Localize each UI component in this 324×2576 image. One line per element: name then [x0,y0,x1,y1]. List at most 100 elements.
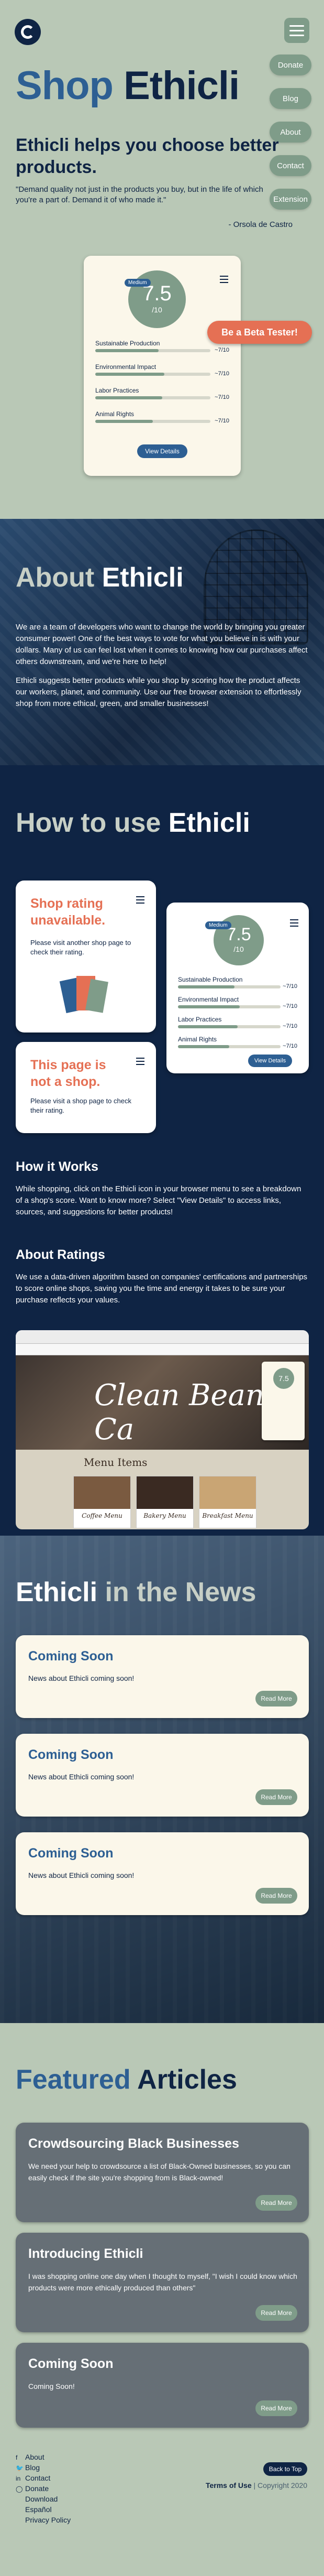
news-card-desc: News about Ethicli coming soon! [28,1773,135,1781]
shopping-bags-icon [59,976,108,1014]
card-menu-icon[interactable] [290,919,298,929]
read-more-button[interactable]: Read More [255,1691,297,1707]
metric-label: Animal Rights [178,1036,217,1043]
article-desc: I was shopping online one day when I tho… [28,2272,297,2292]
metric-label: Labor Practices [178,1016,222,1023]
footer-link-contact[interactable]: in Contact [16,2474,50,2482]
terms-link[interactable]: Terms of Use [206,2481,252,2490]
quote-author: - Orsola de Castro [228,220,293,229]
article-card: Crowdsourcing Black Businesses We need yo… [16,2123,309,2222]
about-section: About Ethicli We are a team of developer… [0,519,324,765]
hero-title: Shop Ethicli [16,63,240,108]
news-card-desc: News about Ethicli coming soon! [28,1674,135,1682]
how-it-works-text: While shopping, click on the Ethicli ico… [16,1184,301,1216]
howto-title-a: How to use [16,808,161,838]
footer-link-label[interactable]: Donate [25,2484,49,2493]
howto-title-b: Ethicli [168,808,250,838]
news-card: Coming Soon News about Ethicli coming soo… [16,1734,309,1817]
hero-quote: "Demand quality not just in the products… [16,185,263,204]
metric-row: Labor Practices ~7/10 [95,387,229,400]
menu-item-card: Breakfast Menu [199,1476,256,1528]
footer-link-label[interactable]: Español [25,2505,52,2514]
news-title: Ethicli in the News [16,1577,256,1608]
metric-row: Environmental Impact ~7/10 [95,363,229,377]
copyright-text: | Copyright 2020 [253,2481,307,2490]
unavailable-desc: Please visit another shop page to check … [30,939,131,956]
metric-label: Environmental Impact [95,363,157,371]
article-title: Coming Soon [28,2356,114,2371]
howto-title: How to use Ethicli [16,807,250,839]
hamburger-menu-icon[interactable] [284,18,309,43]
footer-link-blog[interactable]: 🐦 Blog [16,2463,40,2472]
read-more-button[interactable]: Read More [255,2305,297,2321]
footer-link-download[interactable]: Download [16,2495,58,2503]
rating-badge: Medium [125,279,151,287]
metric-value: ~7/10 [283,1023,297,1029]
read-more-button[interactable]: Read More [255,2400,297,2416]
news-card-title: Coming Soon [28,1649,114,1664]
ethicli-logo[interactable] [15,19,41,45]
article-desc: We need your help to crowdsource a list … [28,2162,291,2182]
facebook-icon[interactable]: f [16,2454,25,2461]
metric-value: ~7/10 [283,1003,297,1009]
not-shop-title: This page is not a shop. [30,1058,106,1089]
not-shop-card: This page is not a shop. Please visit a … [16,1042,156,1133]
nav-blog[interactable]: Blog [270,88,311,109]
score-denominator: /10 [233,945,244,953]
rating-card-preview: 7.5 /10 Medium Sustainable Production ~7/… [84,256,241,476]
article-title: Crowdsourcing Black Businesses [28,2136,239,2151]
metric-label: Sustainable Production [178,976,243,983]
news-title-b: in the News [105,1577,256,1607]
nav-donate[interactable]: Donate [270,55,311,75]
footer-link-label[interactable]: Download [25,2495,58,2503]
view-details-button[interactable]: View Details [137,444,187,458]
back-to-top-button[interactable]: Back to Top [263,2462,307,2476]
article-card: Coming Soon Coming Soon! Read More [16,2343,309,2428]
footer-link-label[interactable]: Blog [25,2463,40,2472]
about-title-b: Ethicli [102,562,184,593]
linkedin-icon[interactable]: in [16,2475,25,2482]
menu-item-name: Coffee Menu [82,1512,122,1519]
footer-link-privacy[interactable]: Privacy Policy [16,2516,71,2524]
footer-link-espanol[interactable]: Español [16,2505,52,2514]
metric-row: Environmental Impact ~7/10 [178,996,297,1009]
instagram-icon[interactable]: ◯ [16,2485,25,2493]
card-menu-icon[interactable] [136,896,144,906]
news-card-title: Coming Soon [28,1747,114,1762]
footer-link-label[interactable]: About [25,2453,44,2461]
metric-value: ~7/10 [215,394,229,400]
metric-row: Sustainable Production ~7/10 [95,340,229,353]
card-menu-icon[interactable] [136,1058,144,1067]
about-paragraph-2: Ethicli suggests better products while y… [16,676,301,708]
unavailable-card: Shop rating unavailable. Please visit an… [16,881,156,1032]
read-more-button[interactable]: Read More [255,1789,297,1805]
news-title-a: Ethicli [16,1577,98,1607]
footer-link-label[interactable]: Contact [25,2474,50,2482]
about-title: About Ethicli [16,562,184,593]
menu-item-card: Coffee Menu [73,1476,131,1528]
extension-popup: 7.5 [262,1362,305,1440]
article-title: Introducing Ethicli [28,2246,143,2261]
about-paragraph-1: We are a team of developers who want to … [16,623,308,666]
hero-subtitle: Ethicli helps you choose better products… [16,135,279,177]
news-card-desc: News about Ethicli coming soon! [28,1871,135,1879]
view-details-button[interactable]: View Details [248,1055,292,1067]
nav-extension[interactable]: Extension [270,189,311,210]
footer-link-label[interactable]: Privacy Policy [25,2516,71,2524]
article-card: Introducing Ethicli I was shopping online… [16,2233,309,2332]
metric-label: Labor Practices [95,387,139,394]
read-more-button[interactable]: Read More [255,1888,297,1904]
footer-link-donate[interactable]: ◯ Donate [16,2484,49,2493]
how-it-works-title: How it Works [16,1159,98,1174]
extension-screenshot: Clean Bean Ca 7.5 Menu Items Coffee Menu… [16,1330,309,1529]
footer-link-about[interactable]: f About [16,2453,44,2461]
read-more-button[interactable]: Read More [255,2195,297,2211]
unavailable-title: Shop rating unavailable. [30,896,106,928]
metric-label: Environmental Impact [178,996,239,1003]
footer: f About 🐦 Blog in Contact ◯ Donate Download … [0,2437,324,2535]
menu-item-name: Bakery Menu [143,1512,186,1519]
beta-tester-button[interactable]: Be a Beta Tester! [207,321,312,344]
card-menu-icon[interactable] [220,276,228,285]
hero-title-b: Ethicli [124,63,240,108]
twitter-icon[interactable]: 🐦 [16,2464,25,2472]
